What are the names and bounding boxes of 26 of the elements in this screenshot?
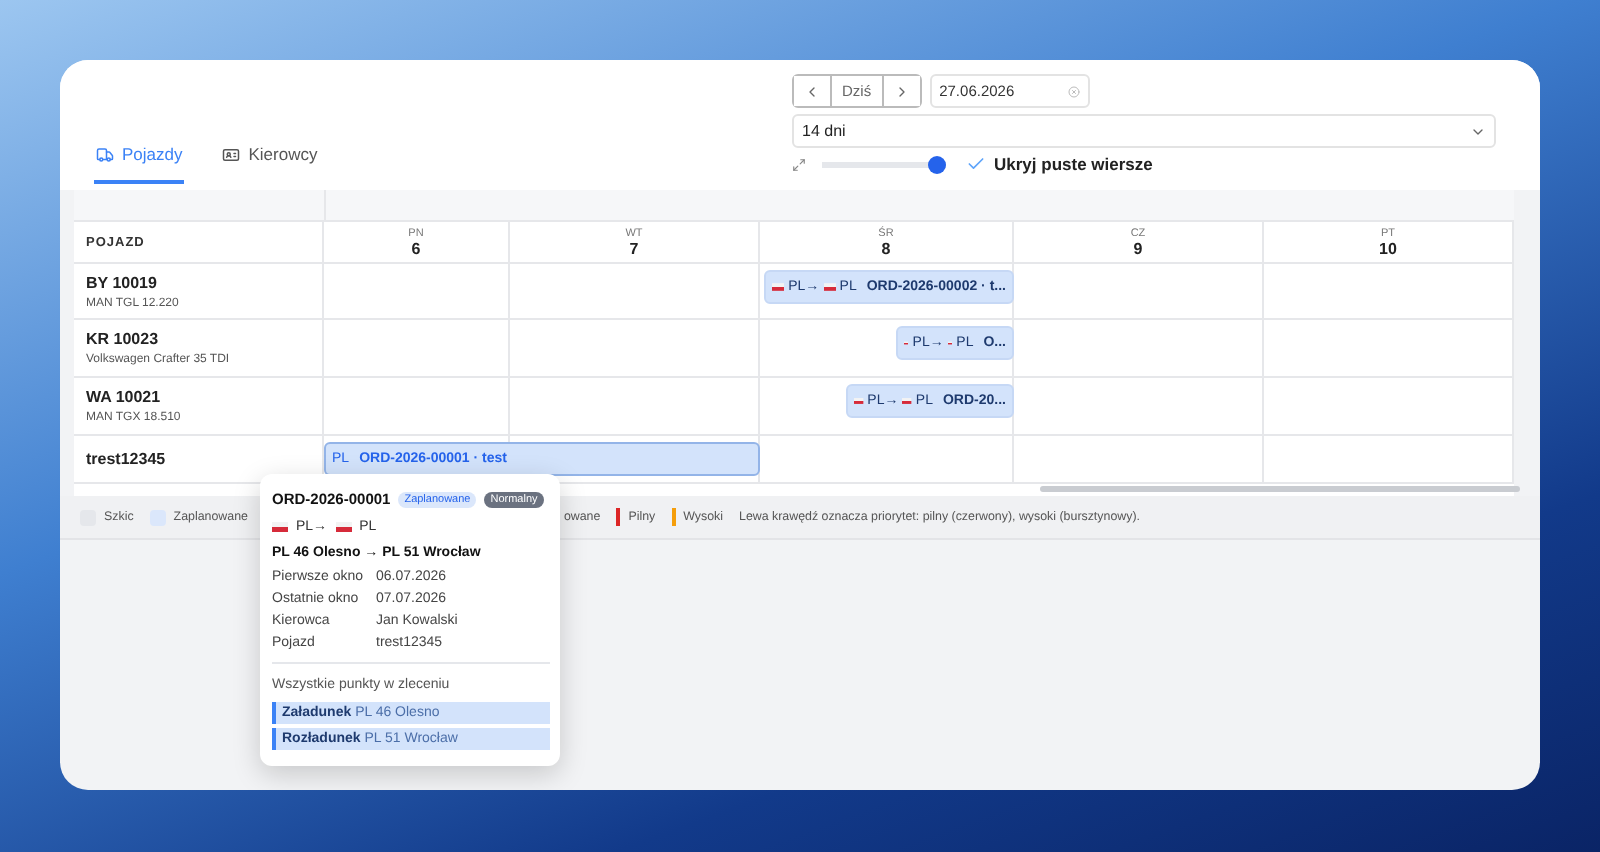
chevron-left-icon — [804, 83, 820, 99]
flag-icon — [335, 522, 352, 532]
slider-thumb[interactable] — [928, 155, 946, 173]
day-number: 8 — [881, 239, 891, 257]
clear-icon — [1067, 85, 1080, 97]
flag-icon — [823, 282, 836, 292]
expand-icon — [792, 157, 806, 171]
flag-icon — [854, 396, 864, 406]
next-button[interactable] — [881, 76, 920, 106]
day-number: 7 — [629, 239, 639, 257]
tab[interactable]: Pojazdy — [94, 144, 185, 184]
checkbox-label[interactable]: Ukryj puste wiersze — [994, 154, 1153, 174]
vehicle-plate: WA 10021 — [86, 388, 163, 406]
vehicle-plate: KR 10023 — [86, 330, 161, 348]
tab[interactable]: Kierowcy — [220, 144, 320, 184]
flag-icon — [902, 396, 912, 406]
flag-icon — [772, 282, 785, 292]
vehicle-plate: trest12345 — [86, 450, 168, 468]
day-number: 9 — [1133, 239, 1143, 257]
vehicle-plate: BY 10019 — [86, 273, 159, 291]
range-select[interactable]: 14 dni — [792, 114, 1496, 148]
id-card-icon — [222, 145, 241, 163]
flag-icon — [272, 522, 288, 532]
day-number: 6 — [411, 239, 421, 257]
day-number: 10 — [1379, 239, 1397, 257]
truck-icon — [96, 145, 114, 163]
